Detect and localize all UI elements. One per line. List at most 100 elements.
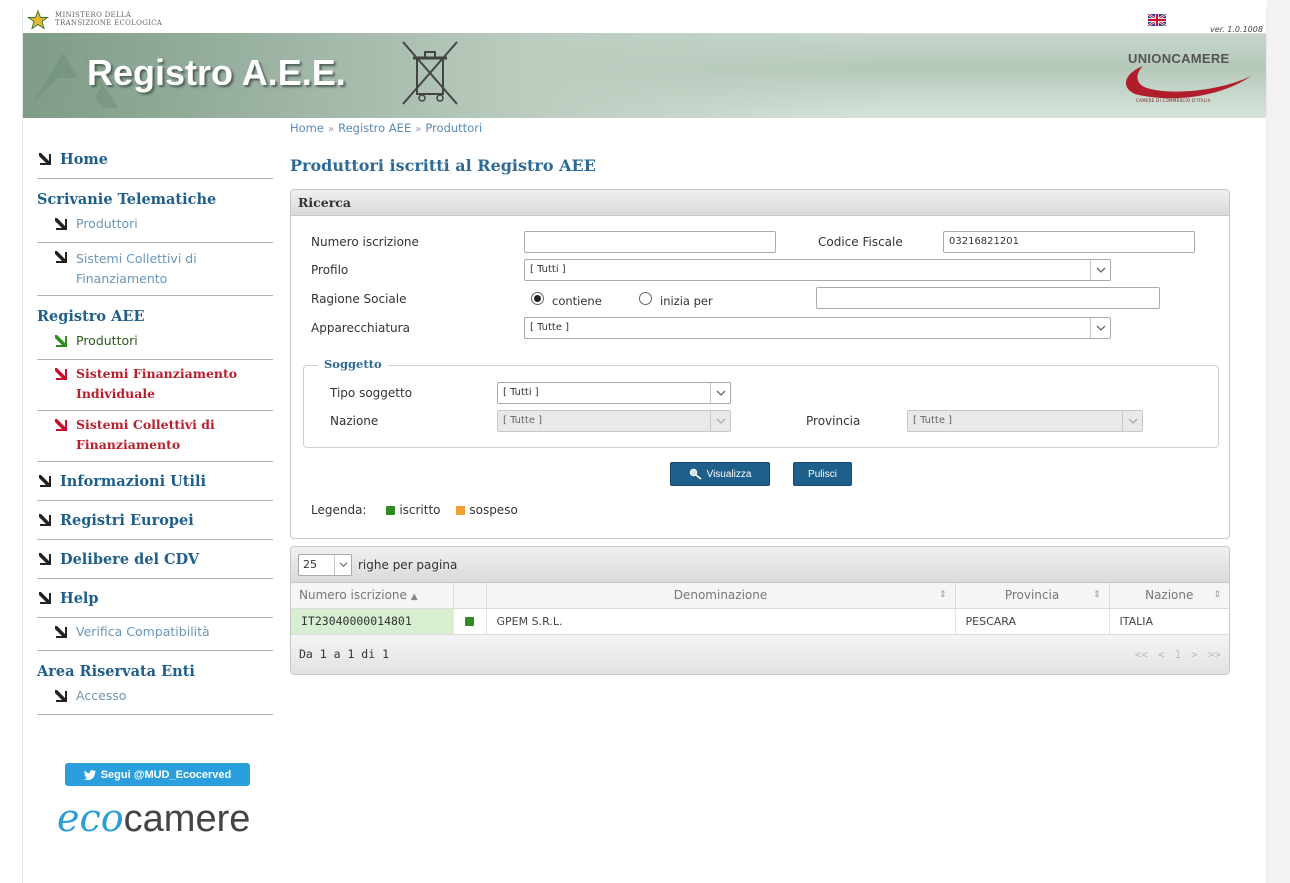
twitter-follow-button[interactable]: Segui @MUD_Ecocerved bbox=[65, 763, 250, 786]
visualizza-label: Visualizza bbox=[706, 468, 752, 480]
unioncamere-subtitle: CAMERE DI COMMERCIO D'ITALIA bbox=[1136, 98, 1211, 103]
nazione-label: Nazione bbox=[330, 414, 379, 428]
breadcrumb-separator-icon: » bbox=[327, 124, 335, 135]
pager-last[interactable]: >> bbox=[1208, 648, 1221, 661]
page-title: Produttori iscritti al Registro AEE bbox=[290, 156, 596, 175]
cell-denominazione[interactable]: GPEM S.R.L. bbox=[486, 608, 956, 635]
nav-section-registro: Registro AEE bbox=[37, 308, 145, 325]
nav-label: Sistemi Collettivi di Finanziamento bbox=[76, 251, 197, 286]
arrow-icon bbox=[55, 218, 67, 230]
pulisci-label: Pulisci bbox=[808, 468, 837, 480]
arrow-icon bbox=[55, 419, 67, 431]
breadcrumb-home[interactable]: Home bbox=[290, 121, 324, 135]
nav-registri-europei[interactable]: Registri Europei bbox=[37, 501, 273, 540]
cell-numero-iscrizione[interactable]: IT23040000014801 bbox=[291, 608, 454, 635]
col-denominazione[interactable]: Denominazione ⇕ bbox=[486, 583, 956, 609]
profilo-select[interactable]: [ Tutti ] bbox=[524, 259, 1111, 281]
cell-status bbox=[453, 608, 487, 635]
arrow-icon bbox=[55, 690, 67, 702]
arrow-icon bbox=[39, 514, 51, 526]
codice-fiscale-label: Codice Fiscale bbox=[818, 235, 903, 249]
pager-next[interactable]: > bbox=[1191, 648, 1198, 661]
profilo-label: Profilo bbox=[311, 263, 349, 277]
nav-home[interactable]: Home bbox=[37, 140, 273, 179]
visualizza-button[interactable]: Visualizza bbox=[670, 462, 770, 486]
profilo-selected: [ Tutti ] bbox=[530, 264, 566, 275]
nazione-select[interactable]: [ Tutte ] bbox=[497, 410, 731, 432]
ecocamere-logo[interactable]: ecocamere bbox=[57, 796, 250, 841]
arrow-icon bbox=[39, 553, 51, 565]
nav-help[interactable]: Help bbox=[37, 579, 273, 618]
provincia-select[interactable]: [ Tutte ] bbox=[907, 410, 1143, 432]
tipo-soggetto-label: Tipo soggetto bbox=[330, 386, 413, 400]
search-panel: Ricerca Numero iscrizione Codice Fiscale… bbox=[290, 189, 1230, 539]
nav-informazioni-utili[interactable]: Informazioni Utili bbox=[37, 462, 273, 501]
nav-accesso[interactable]: Accesso bbox=[37, 682, 273, 715]
breadcrumb: Home» Registro AEE» Produttori bbox=[290, 121, 482, 135]
pager-prev[interactable]: < bbox=[1158, 648, 1165, 661]
arrow-icon bbox=[55, 368, 67, 380]
radio-inizia-per[interactable] bbox=[639, 292, 652, 305]
legenda: Legenda: iscritto sospeso bbox=[311, 503, 518, 517]
ministry-name: MINISTERO DELLA TRANSIZIONE ECOLOGICA bbox=[55, 11, 163, 27]
tipo-soggetto-select[interactable]: [ Tutti ] bbox=[497, 382, 731, 404]
nav-scrivanie-sistemi-collettivi[interactable]: Sistemi Collettivi di Finanziamento bbox=[37, 243, 273, 296]
col-numero-iscrizione[interactable]: Numero iscrizione ▲ bbox=[291, 583, 454, 609]
nav-label: Verifica Compatibilità bbox=[76, 624, 210, 639]
sort-icon: ⇕ bbox=[938, 590, 947, 600]
nav-label: Sistemi Collettivi di Finanziamento bbox=[76, 417, 215, 452]
nav-delibere-cdv[interactable]: Delibere del CDV bbox=[37, 540, 273, 579]
pager-first[interactable]: << bbox=[1135, 648, 1148, 661]
apparecchiatura-select[interactable]: [ Tutte ] bbox=[524, 317, 1111, 339]
arrow-icon bbox=[55, 626, 67, 638]
results-panel: 25 righe per pagina Numero iscrizione ▲ … bbox=[290, 546, 1230, 675]
ragione-sociale-input[interactable] bbox=[816, 287, 1160, 309]
nav-label: Help bbox=[60, 589, 99, 607]
site-header: MINISTERO DELLA TRANSIZIONE ECOLOGICA Re… bbox=[23, 8, 1266, 118]
search-panel-title: Ricerca bbox=[291, 190, 1229, 216]
rows-per-page-select[interactable]: 25 bbox=[298, 553, 352, 576]
breadcrumb-registro[interactable]: Registro AEE bbox=[338, 121, 411, 135]
ragione-sociale-label: Ragione Sociale bbox=[311, 292, 407, 306]
pager-page[interactable]: 1 bbox=[1175, 648, 1182, 661]
provincia-selected: [ Tutte ] bbox=[913, 415, 953, 426]
nav-home-label: Home bbox=[60, 150, 108, 168]
site-title[interactable]: Registro A.E.E. bbox=[87, 52, 346, 94]
chevron-down-icon bbox=[1122, 411, 1142, 431]
status-sospeso-icon bbox=[456, 506, 466, 515]
nav-section-area-riservata: Area Riservata Enti bbox=[37, 663, 195, 680]
rows-per-page-label: righe per pagina bbox=[358, 557, 458, 572]
table-row[interactable]: IT23040000014801 GPEM S.R.L. PESCARA ITA… bbox=[291, 608, 1229, 635]
chevron-down-icon bbox=[1090, 318, 1110, 338]
twitter-follow-label: Segui @MUD_Ecocerved bbox=[100, 768, 232, 781]
breadcrumb-produttori[interactable]: Produttori bbox=[425, 121, 482, 135]
arrow-icon bbox=[39, 153, 51, 165]
cell-provincia: PESCARA bbox=[955, 608, 1110, 635]
numero-label: Numero iscrizione bbox=[311, 235, 419, 249]
results-summary: Da 1 a 1 di 1 bbox=[299, 647, 390, 661]
arrow-icon bbox=[39, 592, 51, 604]
sort-asc-icon: ▲ bbox=[410, 592, 418, 603]
chevron-down-icon bbox=[334, 554, 351, 575]
nav-registro-sistemi-collettivi[interactable]: Sistemi Collettivi di Finanziamento bbox=[37, 411, 273, 462]
weee-bin-icon bbox=[402, 41, 458, 105]
pulisci-button[interactable]: Pulisci bbox=[793, 462, 852, 486]
col-nazione[interactable]: Nazione ⇕ bbox=[1109, 583, 1229, 609]
nav-registro-produttori[interactable]: Produttori bbox=[37, 327, 273, 360]
nav-scrivanie-produttori[interactable]: Produttori bbox=[37, 210, 273, 243]
nav-verifica-compatibilita[interactable]: Verifica Compatibilità bbox=[37, 618, 273, 651]
nav-label: Produttori bbox=[76, 216, 138, 231]
nav-label: Sistemi Finanziamento Individuale bbox=[76, 366, 238, 401]
numero-iscrizione-input[interactable] bbox=[524, 231, 776, 253]
codice-fiscale-input[interactable]: 03216821201 bbox=[943, 231, 1195, 253]
nav-registro-sistemi-individuale[interactable]: Sistemi Finanziamento Individuale bbox=[37, 360, 273, 411]
radio-contiene[interactable] bbox=[531, 292, 544, 305]
sort-icon: ⇕ bbox=[1092, 590, 1101, 600]
breadcrumb-separator-icon: » bbox=[415, 124, 422, 135]
soggetto-title: Soggetto bbox=[318, 357, 388, 371]
chevron-down-icon bbox=[710, 383, 730, 403]
uk-flag-icon[interactable] bbox=[1148, 14, 1166, 26]
apparecchiatura-selected: [ Tutte ] bbox=[530, 322, 570, 333]
pagination: << < 1 > >> bbox=[1135, 648, 1221, 661]
col-provincia[interactable]: Provincia ⇕ bbox=[955, 583, 1110, 609]
